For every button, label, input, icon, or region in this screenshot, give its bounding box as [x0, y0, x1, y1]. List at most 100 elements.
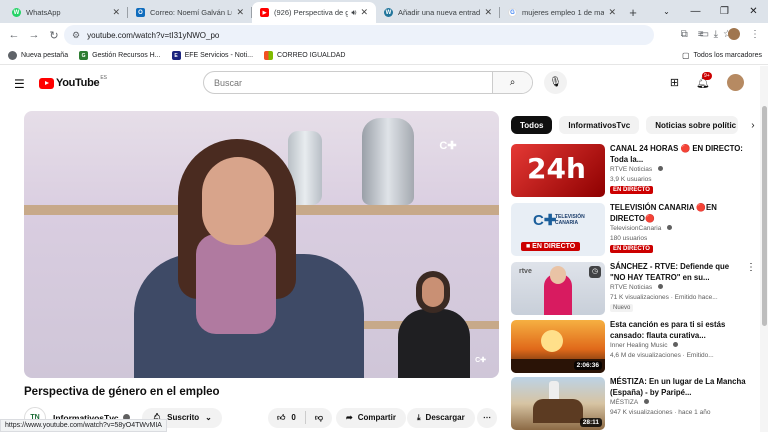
create-video-icon[interactable]: ⊞	[670, 76, 679, 89]
video-thumbnail[interactable]: 28:11	[511, 377, 605, 430]
new-tab-button[interactable]: +	[624, 2, 642, 23]
presenter-figure	[134, 139, 364, 378]
chip-news[interactable]: Noticias sobre polític	[646, 116, 739, 134]
like-button[interactable]: 👍︎ 0	[268, 408, 305, 428]
address-bar[interactable]: ⚙︎ youtube.com/watch?v=tI31yNWO_po	[64, 25, 654, 45]
close-icon[interactable]: ✕	[236, 7, 244, 18]
chip-channel[interactable]: InformativosTvc	[559, 116, 640, 134]
download-icon[interactable]: ⤓	[714, 29, 718, 40]
more-actions-button[interactable]: ⋯	[477, 407, 497, 428]
thumbnail-sun	[541, 330, 563, 352]
account-avatar[interactable]	[727, 74, 744, 91]
youtube-logo[interactable]: YouTube ES	[39, 75, 107, 89]
thumbnail-person-head	[550, 266, 566, 284]
tab-youtube-active[interactable]: ▶ (926) Perspectiva de géne 🔊︎ ✕	[252, 2, 376, 23]
whatsapp-icon: W	[12, 8, 21, 17]
tab-title: Correo: Noemí Galván Luis	[150, 8, 233, 17]
voice-search-button[interactable]: 🎙︎	[544, 71, 567, 94]
tab-search-icon[interactable]: ⌄	[652, 0, 681, 23]
recommendation-channel: RTVE Noticias	[610, 165, 746, 175]
minimize-button[interactable]: —	[681, 0, 710, 23]
thumbs-down-icon: 👎︎	[314, 412, 323, 422]
page-scrollbar[interactable]	[760, 66, 768, 432]
recommendation-meta: 71 K visualizaciones · Emitido hace...	[610, 293, 718, 301]
recommendation-item[interactable]: 2:06:36 Esta canción es para ti si estás…	[511, 320, 756, 375]
maximize-button[interactable]: ❐	[710, 0, 739, 23]
close-window-button[interactable]: ✕	[739, 0, 768, 23]
video-thumbnail[interactable]: 24h	[511, 144, 605, 197]
tab-title: (926) Perspectiva de géne	[274, 8, 349, 17]
chevron-right-icon[interactable]: ›	[751, 120, 754, 131]
bookmark-item[interactable]: CORREO IGUALDAD	[264, 51, 346, 60]
bookmark-label: Gestión Recursos H...	[92, 52, 161, 59]
dislike-button[interactable]: 👎︎	[306, 408, 332, 428]
close-icon[interactable]: ✕	[360, 7, 368, 18]
thumbnail-text: TELEVISIÓN CANARIA	[555, 214, 585, 226]
tab-correo[interactable]: O Correo: Noemí Galván Luis ✕	[128, 2, 252, 23]
video-player[interactable]: C✚ C✚	[24, 111, 499, 378]
live-badge: EN DIRECTO	[610, 245, 653, 253]
menu-icon[interactable]: ⋮	[750, 29, 760, 40]
reload-icon[interactable]: ↻	[44, 29, 64, 42]
youtube-play-icon	[39, 77, 54, 89]
thumbnail-text: 24h	[527, 152, 586, 185]
channel-watermark-icon: C✚	[475, 357, 486, 364]
close-icon[interactable]: ✕	[484, 7, 492, 18]
notifications-button[interactable]: 🔔︎ 9+	[696, 72, 712, 89]
subscribe-label: Suscrito	[167, 413, 200, 422]
close-icon[interactable]: ✕	[608, 7, 616, 18]
recommendation-item[interactable]: 24h CANAL 24 HORAS 🔴 EN DIRECTO: Toda la…	[511, 144, 756, 199]
recommendation-item[interactable]: C✚ TELEVISIÓN CANARIA ■ EN DIRECTO TELEV…	[511, 203, 756, 258]
download-label: Descargar	[425, 413, 465, 422]
share-button[interactable]: ➦ Compartir	[336, 407, 406, 428]
youtube-icon: ▶	[260, 8, 269, 17]
recommendation-meta: 4,6 M de visualizaciones · Emitido...	[610, 351, 714, 359]
bookmark-item[interactable]: Nueva pestaña	[8, 51, 68, 60]
all-bookmarks-label: Todos los marcadores	[693, 52, 762, 59]
channel-watermark-icon: C✚	[439, 139, 457, 152]
extensions-icon[interactable]: ⧉	[681, 29, 688, 40]
browser-toolbar: ← → ↻ ⚙︎ youtube.com/watch?v=tI31yNWO_po…	[0, 23, 768, 47]
canaria-logo-icon: C✚	[533, 212, 557, 229]
recommendation-meta: 180 usuarios	[610, 234, 648, 242]
all-bookmarks[interactable]: ▢ Todos los marcadores	[682, 51, 762, 60]
bookmark-item[interactable]: G Gestión Recursos H...	[79, 51, 161, 60]
link-status-bar: https://www.youtube.com/watch?v=58yO4TWv…	[0, 419, 167, 432]
microsoft-icon	[264, 51, 274, 60]
chip-todos[interactable]: Todos	[511, 116, 553, 134]
video-thumbnail[interactable]: C✚ TELEVISIÓN CANARIA ■ EN DIRECTO	[511, 203, 605, 256]
video-thumbnail[interactable]: rtve ◷	[511, 262, 605, 315]
search-input[interactable]	[204, 77, 492, 88]
more-options-icon[interactable]: ⋮	[746, 262, 756, 273]
search-icon: ⌕	[509, 77, 516, 88]
youtube-wordmark: YouTube	[56, 77, 100, 89]
forward-icon[interactable]: →	[24, 29, 44, 41]
scrollbar-thumb[interactable]	[762, 106, 767, 326]
tab-whatsapp[interactable]: W WhatsApp ✕	[4, 2, 128, 23]
download-button[interactable]: ⤓ Descargar	[407, 407, 475, 428]
close-icon[interactable]: ✕	[112, 7, 120, 18]
profile-avatar[interactable]	[728, 28, 740, 40]
chevron-down-icon: ⌄	[205, 413, 212, 422]
media-controls-icon[interactable]: ≡	[698, 29, 704, 40]
video-thumbnail[interactable]: 2:06:36	[511, 320, 605, 373]
video-title: Perspectiva de género en el empleo	[24, 386, 220, 398]
hamburger-menu-icon[interactable]: ☰	[14, 77, 25, 91]
tab-google[interactable]: G mujeres empleo 1 de mayo ✕	[500, 2, 624, 23]
recommendation-item[interactable]: rtve ◷ SÁNCHEZ - RTVE: Defiende que "NO …	[511, 262, 756, 317]
tab-title: mujeres empleo 1 de mayo	[522, 8, 605, 17]
clock-icon: ◷	[589, 266, 601, 278]
recommendation-meta: 947 K visualizaciones · hace 1 año	[610, 408, 711, 416]
back-icon[interactable]: ←	[4, 29, 24, 41]
bookmark-item[interactable]: E EFE Servicios - Noti...	[171, 51, 253, 60]
browser-tab-bar: W WhatsApp ✕ O Correo: Noemí Galván Luis…	[0, 0, 768, 23]
site-info-icon[interactable]: ⚙︎	[72, 30, 80, 41]
thumbnail-text: rtve	[519, 268, 532, 275]
audio-icon[interactable]: 🔊︎	[351, 8, 356, 18]
recommendation-item[interactable]: 28:11 MÉSTIZA: En un lugar de La Mancha …	[511, 377, 756, 432]
search-button[interactable]: ⌕	[492, 72, 532, 93]
country-code: ES	[100, 75, 107, 81]
recommendation-channel: RTVE Noticias	[610, 283, 746, 293]
background-vase	[362, 118, 414, 205]
tab-wordpress[interactable]: W Añadir una nueva entrada ✕	[376, 2, 500, 23]
